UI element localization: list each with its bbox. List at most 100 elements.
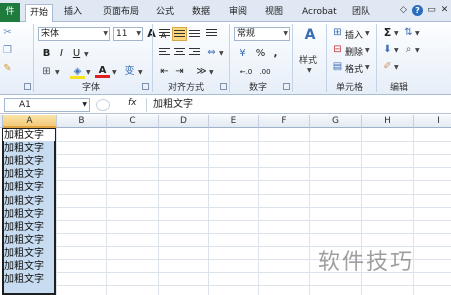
align-left-icon[interactable] [157,46,172,60]
tab-home[interactable]: 开始 [25,4,54,22]
tab-data[interactable]: 数据 [192,5,210,21]
format-cells-label[interactable]: 格式 [345,62,363,75]
tab-acrobat[interactable]: Acrobat [302,5,337,21]
chevron-down-icon[interactable]: ▼ [415,30,420,37]
align-top-icon[interactable] [157,27,172,41]
clipboard-launcher-icon[interactable] [24,83,31,90]
find-select-icon[interactable]: ⌕ [401,43,416,57]
cell-a8[interactable]: 加粗文字 [4,221,56,234]
chevron-down-icon[interactable]: ▼ [84,51,89,58]
decrease-decimal-button[interactable]: .00 [256,65,274,79]
currency-icon[interactable]: ¥ [235,47,250,61]
tab-review[interactable]: 审阅 [229,5,247,21]
wrap-text-icon[interactable] [204,27,219,41]
italic-button[interactable]: I [54,47,69,61]
expand-icon[interactable] [96,99,110,111]
merge-center-icon[interactable]: ⇔ [204,46,219,60]
name-box[interactable]: A1 ▼ [4,98,90,112]
align-middle-icon[interactable] [172,27,187,41]
phonetic-icon[interactable]: 变 [122,65,137,79]
chevron-down-icon[interactable]: ▼ [82,99,87,111]
number-format-select[interactable]: 常规 ▼ [234,27,290,41]
column-header-a[interactable]: A [3,115,57,128]
chevron-down-icon[interactable]: ▼ [219,50,224,57]
borders-icon[interactable]: ⊞ [39,65,54,79]
insert-cells-label[interactable]: 插入 [345,28,363,41]
decrease-indent-icon[interactable]: ⇤ [157,65,172,79]
fill-icon[interactable]: ⬇ [380,43,395,57]
align-right-icon[interactable] [187,46,202,60]
tab-insert[interactable]: 插入 [64,5,82,21]
cell-a6[interactable]: 加粗文字 [4,195,56,208]
column-header-d[interactable]: D [159,115,209,128]
align-center-icon[interactable] [172,46,187,60]
column-header-g[interactable]: G [310,115,362,128]
cell-a11[interactable]: 加粗文字 [4,260,56,273]
font-color-button[interactable]: A [95,64,110,78]
comma-button[interactable]: , [268,47,283,61]
chevron-down-icon[interactable]: ▼ [112,69,117,76]
chevron-down-icon[interactable]: ▼ [138,69,143,76]
alignment-launcher-icon[interactable] [220,83,227,90]
tab-page-layout[interactable]: 页面布局 [103,5,139,21]
cell-a12[interactable]: 加粗文字 [4,273,56,286]
chevron-down-icon[interactable]: ▼ [209,69,214,76]
column-header-b[interactable]: B [57,115,107,128]
increase-decimal-button[interactable]: ←.0 [236,65,256,79]
column-header-e[interactable]: E [209,115,259,128]
chevron-down-icon[interactable]: ▼ [365,47,370,54]
chevron-down-icon[interactable]: ▼ [394,30,399,37]
tab-view[interactable]: 视图 [265,5,283,21]
formula-input[interactable]: 加粗文字 [146,98,449,112]
cell-a9[interactable]: 加粗文字 [4,234,56,247]
delete-cells-icon[interactable]: ⊟ [330,43,345,57]
chevron-down-icon[interactable]: ▼ [394,64,399,71]
sort-filter-icon[interactable]: ⇅ [401,26,416,40]
increase-indent-icon[interactable]: ⇥ [172,65,187,79]
cell-a5[interactable]: 加粗文字 [4,181,56,194]
orientation-icon[interactable]: ≫ [194,65,209,79]
column-header-f[interactable]: F [259,115,310,128]
delete-cells-label[interactable]: 删除 [345,45,363,58]
cell-a2[interactable]: 加粗文字 [4,142,56,155]
autosum-button[interactable]: Σ [380,26,395,40]
number-launcher-icon[interactable] [283,83,290,90]
font-name-select[interactable]: 宋体 ▼ [38,27,110,41]
chevron-down-icon[interactable]: ▼ [307,67,312,74]
cell-a1[interactable]: 加粗文字 [4,129,56,142]
column-header-h[interactable]: H [362,115,414,128]
format-painter-icon[interactable]: ✎ [0,62,15,76]
chevron-down-icon[interactable]: ▼ [55,69,60,76]
cell-a3[interactable]: 加粗文字 [4,155,56,168]
font-launcher-icon[interactable] [142,83,149,90]
chevron-down-icon[interactable]: ▼ [415,47,420,54]
column-header-c[interactable]: C [107,115,159,128]
close-icon[interactable]: ✕ [439,5,450,16]
fill-color-icon[interactable]: ◈ [70,65,85,79]
chevron-down-icon[interactable]: ▼ [394,47,399,54]
underline-button[interactable]: U [69,47,84,61]
styles-icon[interactable]: A [301,28,319,46]
clear-icon[interactable]: ✐ [380,60,395,74]
format-cells-icon[interactable]: ▤ [330,60,345,74]
help-icon[interactable]: ? [412,5,423,16]
chevron-down-icon[interactable]: ▼ [365,30,370,37]
chevron-down-icon[interactable]: ▼ [365,64,370,71]
align-bottom-icon[interactable] [187,27,202,41]
ribbon-minimize-icon[interactable]: ◇ [398,5,409,16]
font-size-select[interactable]: 11 ▼ [113,27,143,41]
cut-icon[interactable]: ✂ [0,26,15,40]
chevron-down-icon[interactable]: ▼ [86,69,91,76]
cell-a7[interactable]: 加粗文字 [4,208,56,221]
column-header-i[interactable]: I [414,115,451,128]
styles-button-label[interactable]: 样式 [299,53,317,66]
cell-a10[interactable]: 加粗文字 [4,247,56,260]
tab-file[interactable]: 件 [0,3,20,22]
percent-button[interactable]: % [253,47,268,61]
cell-a4[interactable]: 加粗文字 [4,168,56,181]
tab-formulas[interactable]: 公式 [156,5,174,21]
restore-icon[interactable]: ▭ [426,5,437,16]
tab-team[interactable]: 团队 [352,5,370,21]
insert-cells-icon[interactable]: ⊞ [330,26,345,40]
bold-button[interactable]: B [39,47,54,61]
